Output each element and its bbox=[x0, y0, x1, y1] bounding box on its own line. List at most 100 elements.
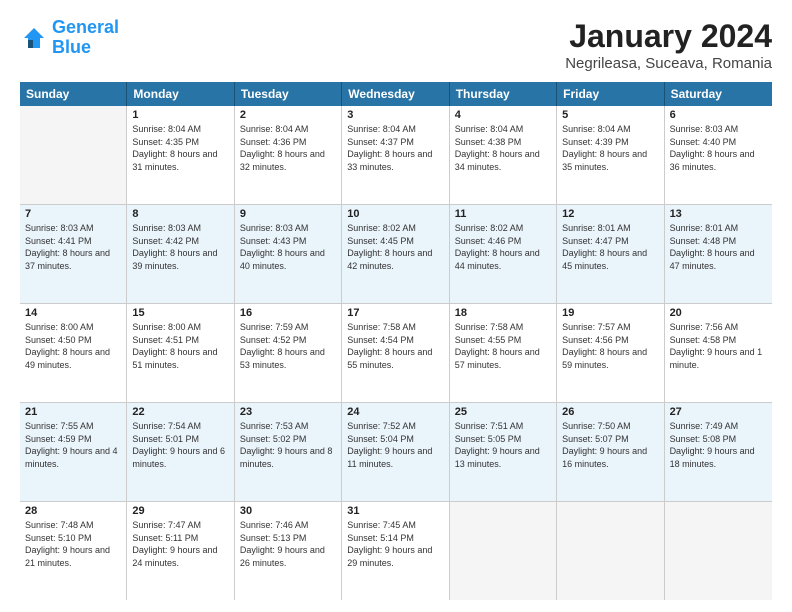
day-info: Sunrise: 8:00 AMSunset: 4:51 PMDaylight:… bbox=[132, 321, 228, 371]
empty-cell bbox=[450, 502, 557, 600]
day-info: Sunrise: 7:45 AMSunset: 5:14 PMDaylight:… bbox=[347, 519, 443, 569]
day-number: 12 bbox=[562, 208, 658, 220]
day-info: Sunrise: 8:03 AMSunset: 4:41 PMDaylight:… bbox=[25, 222, 121, 272]
day-number: 22 bbox=[132, 406, 228, 418]
day-cell-15: 15Sunrise: 8:00 AMSunset: 4:51 PMDayligh… bbox=[127, 304, 234, 402]
title-area: January 2024 Negrileasa, Suceava, Romani… bbox=[565, 18, 772, 72]
day-cell-28: 28Sunrise: 7:48 AMSunset: 5:10 PMDayligh… bbox=[20, 502, 127, 600]
day-number: 11 bbox=[455, 208, 551, 220]
day-info: Sunrise: 8:01 AMSunset: 4:47 PMDaylight:… bbox=[562, 222, 658, 272]
day-cell-21: 21 Sunrise: 7:55 AMSunset: 4:59 PMDayligh… bbox=[20, 403, 127, 501]
main-title: January 2024 bbox=[565, 18, 772, 55]
day-cell-11: 11 Sunrise: 8:02 AMSunset: 4:46 PMDayligh… bbox=[450, 205, 557, 303]
logo-text: General Blue bbox=[52, 18, 119, 58]
day-number: 27 bbox=[670, 406, 767, 418]
empty-cell bbox=[20, 106, 127, 204]
day-number: 13 bbox=[670, 208, 767, 220]
day-number: 25 bbox=[455, 406, 551, 418]
day-info: Sunrise: 7:57 AMSunset: 4:56 PMDaylight:… bbox=[562, 321, 658, 371]
day-cell-2: 2 Sunrise: 8:04 AMSunset: 4:36 PMDaylight… bbox=[235, 106, 342, 204]
day-cell-9: 9 Sunrise: 8:03 AMSunset: 4:43 PMDaylight… bbox=[235, 205, 342, 303]
day-info: Sunrise: 8:04 AMSunset: 4:39 PMDaylight:… bbox=[562, 123, 658, 173]
day-cell-3: 3Sunrise: 8:04 AMSunset: 4:37 PMDaylight… bbox=[342, 106, 449, 204]
day-cell-6: 6 Sunrise: 8:03 AMSunset: 4:40 PMDaylight… bbox=[665, 106, 772, 204]
day-cell-22: 22Sunrise: 7:54 AMSunset: 5:01 PMDayligh… bbox=[127, 403, 234, 501]
day-number: 1 bbox=[132, 109, 228, 121]
day-cell-27: 27 Sunrise: 7:49 AMSunset: 5:08 PMDayligh… bbox=[665, 403, 772, 501]
day-number: 3 bbox=[347, 109, 443, 121]
day-number: 6 bbox=[670, 109, 767, 121]
calendar-week-1: 1 Sunrise: 8:04 AMSunset: 4:35 PMDaylight… bbox=[20, 106, 772, 205]
day-number: 26 bbox=[562, 406, 658, 418]
day-cell-4: 4 Sunrise: 8:04 AMSunset: 4:38 PMDaylight… bbox=[450, 106, 557, 204]
day-info: Sunrise: 7:47 AMSunset: 5:11 PMDaylight:… bbox=[132, 519, 228, 569]
day-number: 24 bbox=[347, 406, 443, 418]
day-number: 23 bbox=[240, 406, 336, 418]
day-header-tuesday: Tuesday bbox=[235, 82, 342, 106]
day-cell-31: 31 Sunrise: 7:45 AMSunset: 5:14 PMDayligh… bbox=[342, 502, 449, 600]
calendar-week-4: 21 Sunrise: 7:55 AMSunset: 4:59 PMDayligh… bbox=[20, 403, 772, 502]
day-info: Sunrise: 7:50 AMSunset: 5:07 PMDaylight:… bbox=[562, 420, 658, 470]
calendar-body: 1 Sunrise: 8:04 AMSunset: 4:35 PMDaylight… bbox=[20, 106, 772, 600]
day-info: Sunrise: 7:58 AMSunset: 4:54 PMDaylight:… bbox=[347, 321, 443, 371]
day-cell-7: 7 Sunrise: 8:03 AMSunset: 4:41 PMDaylight… bbox=[20, 205, 127, 303]
day-number: 18 bbox=[455, 307, 551, 319]
day-info: Sunrise: 8:03 AMSunset: 4:40 PMDaylight:… bbox=[670, 123, 767, 173]
day-number: 9 bbox=[240, 208, 336, 220]
calendar: SundayMondayTuesdayWednesdayThursdayFrid… bbox=[20, 82, 772, 600]
day-cell-13: 13 Sunrise: 8:01 AMSunset: 4:48 PMDayligh… bbox=[665, 205, 772, 303]
day-header-sunday: Sunday bbox=[20, 82, 127, 106]
day-info: Sunrise: 7:53 AMSunset: 5:02 PMDaylight:… bbox=[240, 420, 336, 470]
day-number: 31 bbox=[347, 505, 443, 517]
day-header-wednesday: Wednesday bbox=[342, 82, 449, 106]
day-cell-1: 1 Sunrise: 8:04 AMSunset: 4:35 PMDaylight… bbox=[127, 106, 234, 204]
day-header-monday: Monday bbox=[127, 82, 234, 106]
day-cell-8: 8 Sunrise: 8:03 AMSunset: 4:42 PMDaylight… bbox=[127, 205, 234, 303]
day-info: Sunrise: 7:59 AMSunset: 4:52 PMDaylight:… bbox=[240, 321, 336, 371]
day-cell-30: 30 Sunrise: 7:46 AMSunset: 5:13 PMDayligh… bbox=[235, 502, 342, 600]
day-number: 7 bbox=[25, 208, 121, 220]
day-cell-20: 20 Sunrise: 7:56 AMSunset: 4:58 PMDayligh… bbox=[665, 304, 772, 402]
logo: General Blue bbox=[20, 18, 119, 58]
day-info: Sunrise: 8:02 AMSunset: 4:46 PMDaylight:… bbox=[455, 222, 551, 272]
day-info: Sunrise: 8:04 AMSunset: 4:35 PMDaylight:… bbox=[132, 123, 228, 173]
day-cell-19: 19Sunrise: 7:57 AMSunset: 4:56 PMDayligh… bbox=[557, 304, 664, 402]
day-info: Sunrise: 7:55 AMSunset: 4:59 PMDaylight:… bbox=[25, 420, 121, 470]
day-info: Sunrise: 8:00 AMSunset: 4:50 PMDaylight:… bbox=[25, 321, 121, 371]
calendar-week-5: 28Sunrise: 7:48 AMSunset: 5:10 PMDayligh… bbox=[20, 502, 772, 600]
day-info: Sunrise: 8:03 AMSunset: 4:43 PMDaylight:… bbox=[240, 222, 336, 272]
day-info: Sunrise: 7:46 AMSunset: 5:13 PMDaylight:… bbox=[240, 519, 336, 569]
day-info: Sunrise: 7:49 AMSunset: 5:08 PMDaylight:… bbox=[670, 420, 767, 470]
day-info: Sunrise: 8:02 AMSunset: 4:45 PMDaylight:… bbox=[347, 222, 443, 272]
header: General Blue January 2024 Negrileasa, Su… bbox=[20, 18, 772, 72]
day-info: Sunrise: 7:56 AMSunset: 4:58 PMDaylight:… bbox=[670, 321, 767, 371]
day-cell-12: 12 Sunrise: 8:01 AMSunset: 4:47 PMDayligh… bbox=[557, 205, 664, 303]
day-number: 8 bbox=[132, 208, 228, 220]
day-number: 2 bbox=[240, 109, 336, 121]
page: General Blue January 2024 Negrileasa, Su… bbox=[0, 0, 792, 612]
logo-line2: Blue bbox=[52, 37, 91, 57]
day-cell-25: 25Sunrise: 7:51 AMSunset: 5:05 PMDayligh… bbox=[450, 403, 557, 501]
day-number: 30 bbox=[240, 505, 336, 517]
day-cell-24: 24Sunrise: 7:52 AMSunset: 5:04 PMDayligh… bbox=[342, 403, 449, 501]
day-info: Sunrise: 8:04 AMSunset: 4:36 PMDaylight:… bbox=[240, 123, 336, 173]
day-info: Sunrise: 7:48 AMSunset: 5:10 PMDaylight:… bbox=[25, 519, 121, 569]
calendar-header: SundayMondayTuesdayWednesdayThursdayFrid… bbox=[20, 82, 772, 106]
calendar-week-2: 7 Sunrise: 8:03 AMSunset: 4:41 PMDaylight… bbox=[20, 205, 772, 304]
day-number: 4 bbox=[455, 109, 551, 121]
logo-line1: General bbox=[52, 17, 119, 37]
day-info: Sunrise: 8:04 AMSunset: 4:38 PMDaylight:… bbox=[455, 123, 551, 173]
day-number: 20 bbox=[670, 307, 767, 319]
day-cell-5: 5 Sunrise: 8:04 AMSunset: 4:39 PMDaylight… bbox=[557, 106, 664, 204]
day-info: Sunrise: 8:01 AMSunset: 4:48 PMDaylight:… bbox=[670, 222, 767, 272]
day-cell-14: 14Sunrise: 8:00 AMSunset: 4:50 PMDayligh… bbox=[20, 304, 127, 402]
logo-icon bbox=[20, 24, 48, 52]
day-header-thursday: Thursday bbox=[450, 82, 557, 106]
day-number: 10 bbox=[347, 208, 443, 220]
day-cell-18: 18 Sunrise: 7:58 AMSunset: 4:55 PMDayligh… bbox=[450, 304, 557, 402]
empty-cell bbox=[665, 502, 772, 600]
day-info: Sunrise: 7:58 AMSunset: 4:55 PMDaylight:… bbox=[455, 321, 551, 371]
day-number: 5 bbox=[562, 109, 658, 121]
day-number: 21 bbox=[25, 406, 121, 418]
day-info: Sunrise: 8:03 AMSunset: 4:42 PMDaylight:… bbox=[132, 222, 228, 272]
